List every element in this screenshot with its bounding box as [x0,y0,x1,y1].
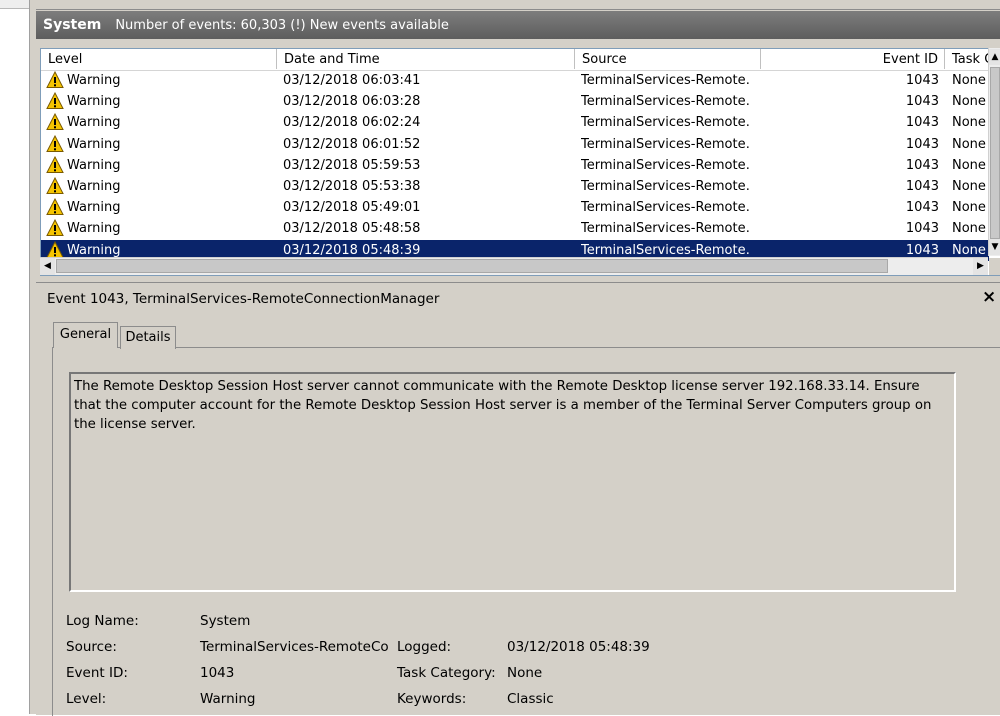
warning-icon [46,219,64,237]
logged-label: Logged: [397,639,452,655]
event-source: TerminalServices-Remote… [581,73,751,88]
close-icon[interactable]: × [982,287,996,307]
task-category-label: Task Category: [397,665,496,681]
scroll-down-icon[interactable]: ▼ [989,239,1000,255]
event-id: 1043 [905,136,939,152]
event-level: Warning [67,136,121,152]
event-row[interactable]: Warning 03/12/2018 06:03:41 TerminalServic… [41,70,989,91]
tab-details[interactable]: Details [120,326,176,349]
event-task-category: None [952,136,986,152]
event-level: Warning [67,157,121,173]
event-row[interactable]: Warning 03/12/2018 06:03:28 TerminalServic… [41,91,989,112]
scroll-right-icon[interactable]: ▶ [973,258,988,275]
warning-icon [46,176,64,195]
event-source: TerminalServices-Remote… [581,94,751,110]
warning-icon [46,155,64,174]
event-task-category: None [952,157,986,173]
task-category-value: None [507,665,543,681]
event-level: Warning [67,200,121,216]
warning-icon [46,198,64,216]
column-header-row: Level Date and Time Source Event ID Task… [41,49,1000,71]
event-count-info: Number of events: 60,303 (!) New events … [115,17,449,33]
event-id: 1043 [905,157,939,173]
event-source: TerminalServices-Remote… [581,200,751,216]
event-id-value: 1043 [200,665,235,681]
event-level: Warning [67,221,121,237]
column-header-source[interactable]: Source [575,49,761,69]
event-details-title: Event 1043, TerminalServices-RemoteConne… [47,291,440,307]
left-navigation-pane [0,0,30,714]
event-details-pane: Event 1043, TerminalServices-RemoteConne… [36,282,1000,716]
event-task-category: None [952,94,986,110]
level-label: Level: [66,691,107,707]
event-row[interactable]: Warning 03/12/2018 06:01:52 TerminalServic… [41,134,989,155]
event-date: 03/12/2018 06:02:24 [283,115,421,131]
event-row[interactable]: Warning 03/12/2018 05:53:38 TerminalServic… [41,176,989,197]
vertical-scroll-thumb[interactable] [990,67,1000,239]
event-task-category: None [952,221,986,237]
event-level: Warning [67,115,121,131]
vertical-scrollbar[interactable]: ▲ ▼ [988,48,1000,256]
level-value: Warning [200,691,256,707]
column-header-event-id[interactable]: Event ID [761,49,945,69]
scroll-up-icon[interactable]: ▲ [989,49,1000,65]
source-value: TerminalServices-RemoteCo [200,639,389,655]
log-header-bar: System Number of events: 60,303 (!) New … [36,11,1000,39]
event-date: 03/12/2018 06:01:52 [283,136,421,152]
event-id: 1043 [905,94,939,110]
warning-icon [46,113,64,131]
log-name-value: System [200,613,251,629]
horizontal-scrollbar[interactable]: ◀ ▶ [40,257,1000,275]
event-id: 1043 [905,73,939,88]
event-task-category: None [952,73,986,88]
top-toolbar-strip [36,0,1000,10]
event-level: Warning [67,73,121,88]
log-title: System [43,17,102,33]
column-header-date[interactable]: Date and Time [277,49,575,69]
event-source: TerminalServices-Remote… [581,221,751,237]
tab-general[interactable]: General [53,322,118,348]
event-source: TerminalServices-Remote… [581,178,751,194]
event-rows: Warning 03/12/2018 06:03:41 TerminalServic… [41,70,989,261]
event-level: Warning [67,94,121,110]
event-task-category: None [952,178,986,194]
keywords-label: Keywords: [397,691,467,707]
events-grid[interactable]: Level Date and Time Source Event ID Task… [40,48,1000,276]
event-row[interactable]: Warning 03/12/2018 06:02:24 TerminalServic… [41,112,989,133]
warning-icon [46,70,64,89]
event-id: 1043 [905,200,939,216]
event-date: 03/12/2018 05:48:58 [283,221,421,237]
event-date: 03/12/2018 06:03:28 [283,94,421,110]
event-source: TerminalServices-Remote… [581,115,751,131]
warning-icon [46,92,64,110]
warning-icon [46,134,64,153]
column-header-level[interactable]: Level [41,49,277,69]
event-source: TerminalServices-Remote… [581,157,751,173]
event-id: 1043 [905,115,939,131]
event-row[interactable]: Warning 03/12/2018 05:48:58 TerminalServic… [41,218,989,239]
event-id: 1043 [905,221,939,237]
event-date: 03/12/2018 06:03:41 [283,73,421,88]
warning-icon [46,240,64,259]
event-date: 03/12/2018 05:53:38 [283,178,421,194]
event-row[interactable]: Warning 03/12/2018 05:49:01 TerminalServic… [41,197,989,218]
event-id-label: Event ID: [66,665,128,681]
event-level: Warning [67,178,121,194]
source-label: Source: [66,639,117,655]
event-row[interactable]: Warning 03/12/2018 05:59:53 TerminalServic… [41,155,989,176]
scroll-left-icon[interactable]: ◀ [40,258,55,275]
keywords-value: Classic [507,691,554,707]
logged-value: 03/12/2018 05:48:39 [507,639,650,655]
event-date: 03/12/2018 05:59:53 [283,157,421,173]
horizontal-scroll-thumb[interactable] [56,259,888,273]
event-message-text: The Remote Desktop Session Host server c… [74,379,932,432]
event-id: 1043 [905,178,939,194]
event-message-box[interactable]: The Remote Desktop Session Host server c… [69,372,956,592]
scrollbar-corner [989,258,1000,275]
log-name-label: Log Name: [66,613,139,629]
event-task-category: None [952,115,986,131]
event-source: TerminalServices-Remote… [581,136,751,152]
event-date: 03/12/2018 05:49:01 [283,200,421,216]
event-task-category: None [952,200,986,216]
